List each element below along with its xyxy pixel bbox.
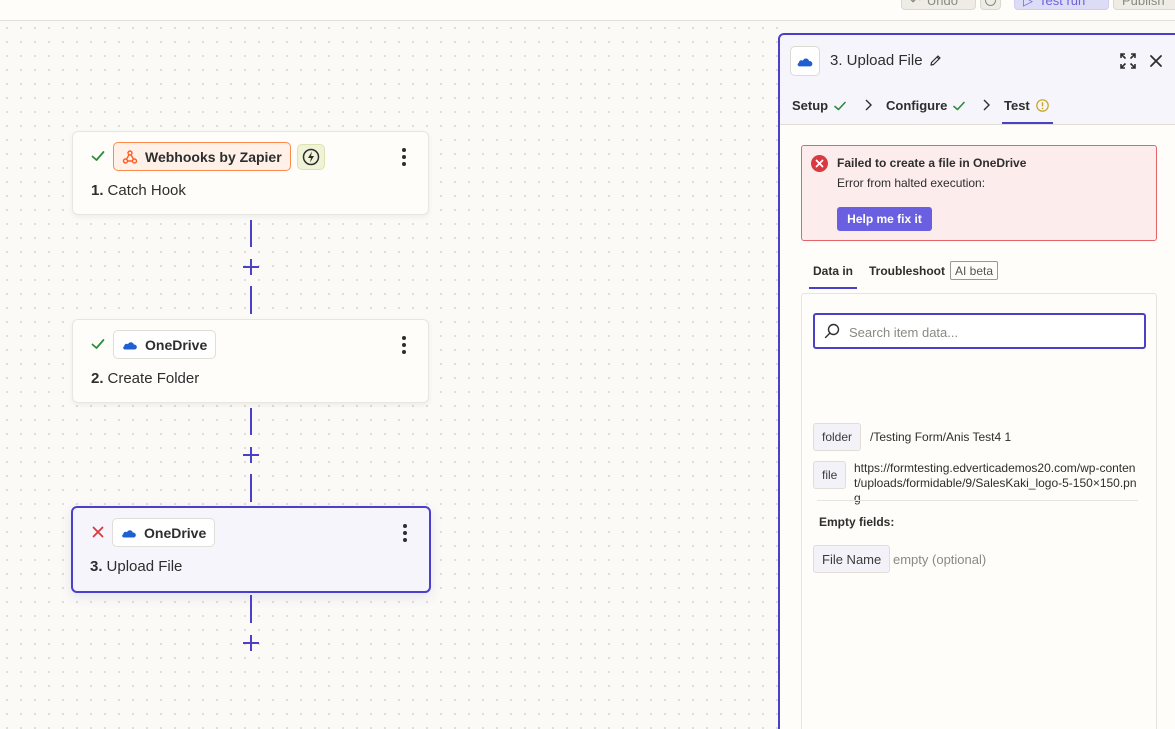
chevron-right-icon: [865, 99, 872, 111]
publish-label: Publish: [1122, 0, 1165, 8]
error-title: Failed to create a file in OneDrive: [837, 156, 1027, 170]
search-input[interactable]: [849, 322, 1139, 342]
check-icon: [91, 151, 105, 161]
close-icon[interactable]: [1149, 54, 1163, 68]
chevron-right-icon: [983, 99, 990, 111]
tab-label: Setup: [792, 98, 829, 113]
app-name: OneDrive: [145, 336, 208, 353]
onedrive-icon: [122, 529, 136, 537]
undo-label: Undo: [926, 0, 958, 8]
panel-title: 3. Upload File: [830, 52, 923, 69]
zap-canvas[interactable]: Webhooks by Zapier 1. Catch Hook OneDrive…: [0, 21, 778, 729]
step-title: 1. Catch Hook: [91, 182, 186, 199]
connector-line: [250, 286, 252, 314]
error-x-icon: [92, 526, 104, 538]
step-menu-button[interactable]: [398, 336, 410, 356]
tab-label: Configure: [886, 98, 948, 113]
pencil-icon[interactable]: [929, 54, 942, 67]
error-message: Error from halted execution:: [837, 176, 986, 190]
step-card-1[interactable]: Webhooks by Zapier 1. Catch Hook: [72, 131, 429, 215]
data-subtabs: Data in Troubleshoot AI beta: [801, 259, 1157, 289]
connector-line: [250, 595, 252, 623]
check-icon: [953, 101, 966, 110]
field-value-folder: /Testing Form/Anis Test4 1: [870, 430, 1012, 444]
error-circle-icon: [811, 155, 828, 172]
field-key-folder: folder: [813, 423, 862, 451]
tab-test[interactable]: Test: [1004, 98, 1049, 113]
divider: [817, 500, 1138, 501]
step-editor-panel: 3. Upload File Setup Configure Test Fail…: [778, 33, 1175, 729]
webhook-icon: [122, 149, 138, 164]
step-title: 3. Upload File: [90, 558, 183, 575]
test-run-button[interactable]: ▷ Test run: [1014, 0, 1109, 10]
field-key-file-name: File Name: [813, 545, 891, 573]
app-badge-onedrive: OneDrive: [113, 330, 217, 359]
app-name: OneDrive: [144, 524, 207, 541]
step-card-2[interactable]: OneDrive 2. Create Folder: [72, 319, 429, 403]
active-tab-indicator: [1002, 122, 1053, 124]
history-button[interactable]: [980, 0, 1001, 10]
lightning-icon: [302, 148, 320, 166]
data-in-panel: folder /Testing Form/Anis Test4 1 file h…: [801, 293, 1157, 729]
active-subtab-indicator: [809, 287, 857, 289]
expand-icon[interactable]: [1120, 53, 1136, 69]
test-run-label: Test run: [1039, 0, 1086, 8]
connector-line: [250, 220, 252, 247]
top-toolbar: ↶ Undo ▷ Test run Publish: [0, 0, 1175, 21]
field-value-file-name: empty (optional): [893, 552, 987, 567]
panel-header: 3. Upload File: [780, 35, 1175, 85]
empty-fields-heading: Empty fields:: [819, 515, 895, 529]
step-card-3[interactable]: OneDrive 3. Upload File: [71, 506, 431, 593]
onedrive-icon: [797, 57, 813, 66]
help-me-fix-button[interactable]: Help me fix it: [837, 207, 932, 231]
connector-line: [250, 474, 252, 502]
error-alert: Failed to create a file in OneDrive Erro…: [801, 145, 1157, 241]
add-step-button[interactable]: [241, 445, 261, 465]
search-box[interactable]: [813, 313, 1146, 349]
app-name: Webhooks by Zapier: [145, 148, 282, 165]
subtab-troubleshoot[interactable]: Troubleshoot: [869, 264, 945, 278]
tab-setup[interactable]: Setup: [792, 98, 846, 113]
plus-icon: [243, 447, 259, 463]
publish-button[interactable]: Publish: [1113, 0, 1175, 10]
step-title: 2. Create Folder: [91, 370, 200, 387]
instant-trigger-badge: [297, 144, 325, 170]
app-badge-webhooks: Webhooks by Zapier: [113, 142, 291, 171]
ai-beta-badge: AI beta: [950, 261, 999, 280]
app-badge-onedrive: OneDrive: [112, 518, 216, 547]
field-key-file: file: [813, 461, 847, 489]
panel-app-icon: [790, 46, 820, 76]
tab-configure[interactable]: Configure: [886, 98, 966, 113]
step-menu-button[interactable]: [399, 524, 411, 544]
subtab-data-in[interactable]: Data in: [813, 264, 853, 278]
check-icon: [834, 101, 846, 110]
plus-icon: [243, 635, 259, 651]
undo-button[interactable]: ↶ Undo: [901, 0, 976, 10]
warning-icon: [1035, 99, 1049, 112]
history-icon: [985, 0, 996, 6]
connector-line: [250, 408, 252, 435]
search-icon: [824, 323, 840, 339]
plus-icon: [243, 259, 259, 275]
tab-label: Test: [1004, 98, 1030, 113]
step-menu-button[interactable]: [398, 148, 410, 168]
check-icon: [91, 339, 105, 349]
panel-tabs: Setup Configure Test: [780, 85, 1175, 125]
add-step-button[interactable]: [241, 633, 261, 653]
add-step-button[interactable]: [241, 257, 261, 277]
undo-icon: ↶: [910, 0, 921, 8]
play-icon: ▷: [1023, 0, 1033, 8]
onedrive-icon: [123, 341, 137, 349]
